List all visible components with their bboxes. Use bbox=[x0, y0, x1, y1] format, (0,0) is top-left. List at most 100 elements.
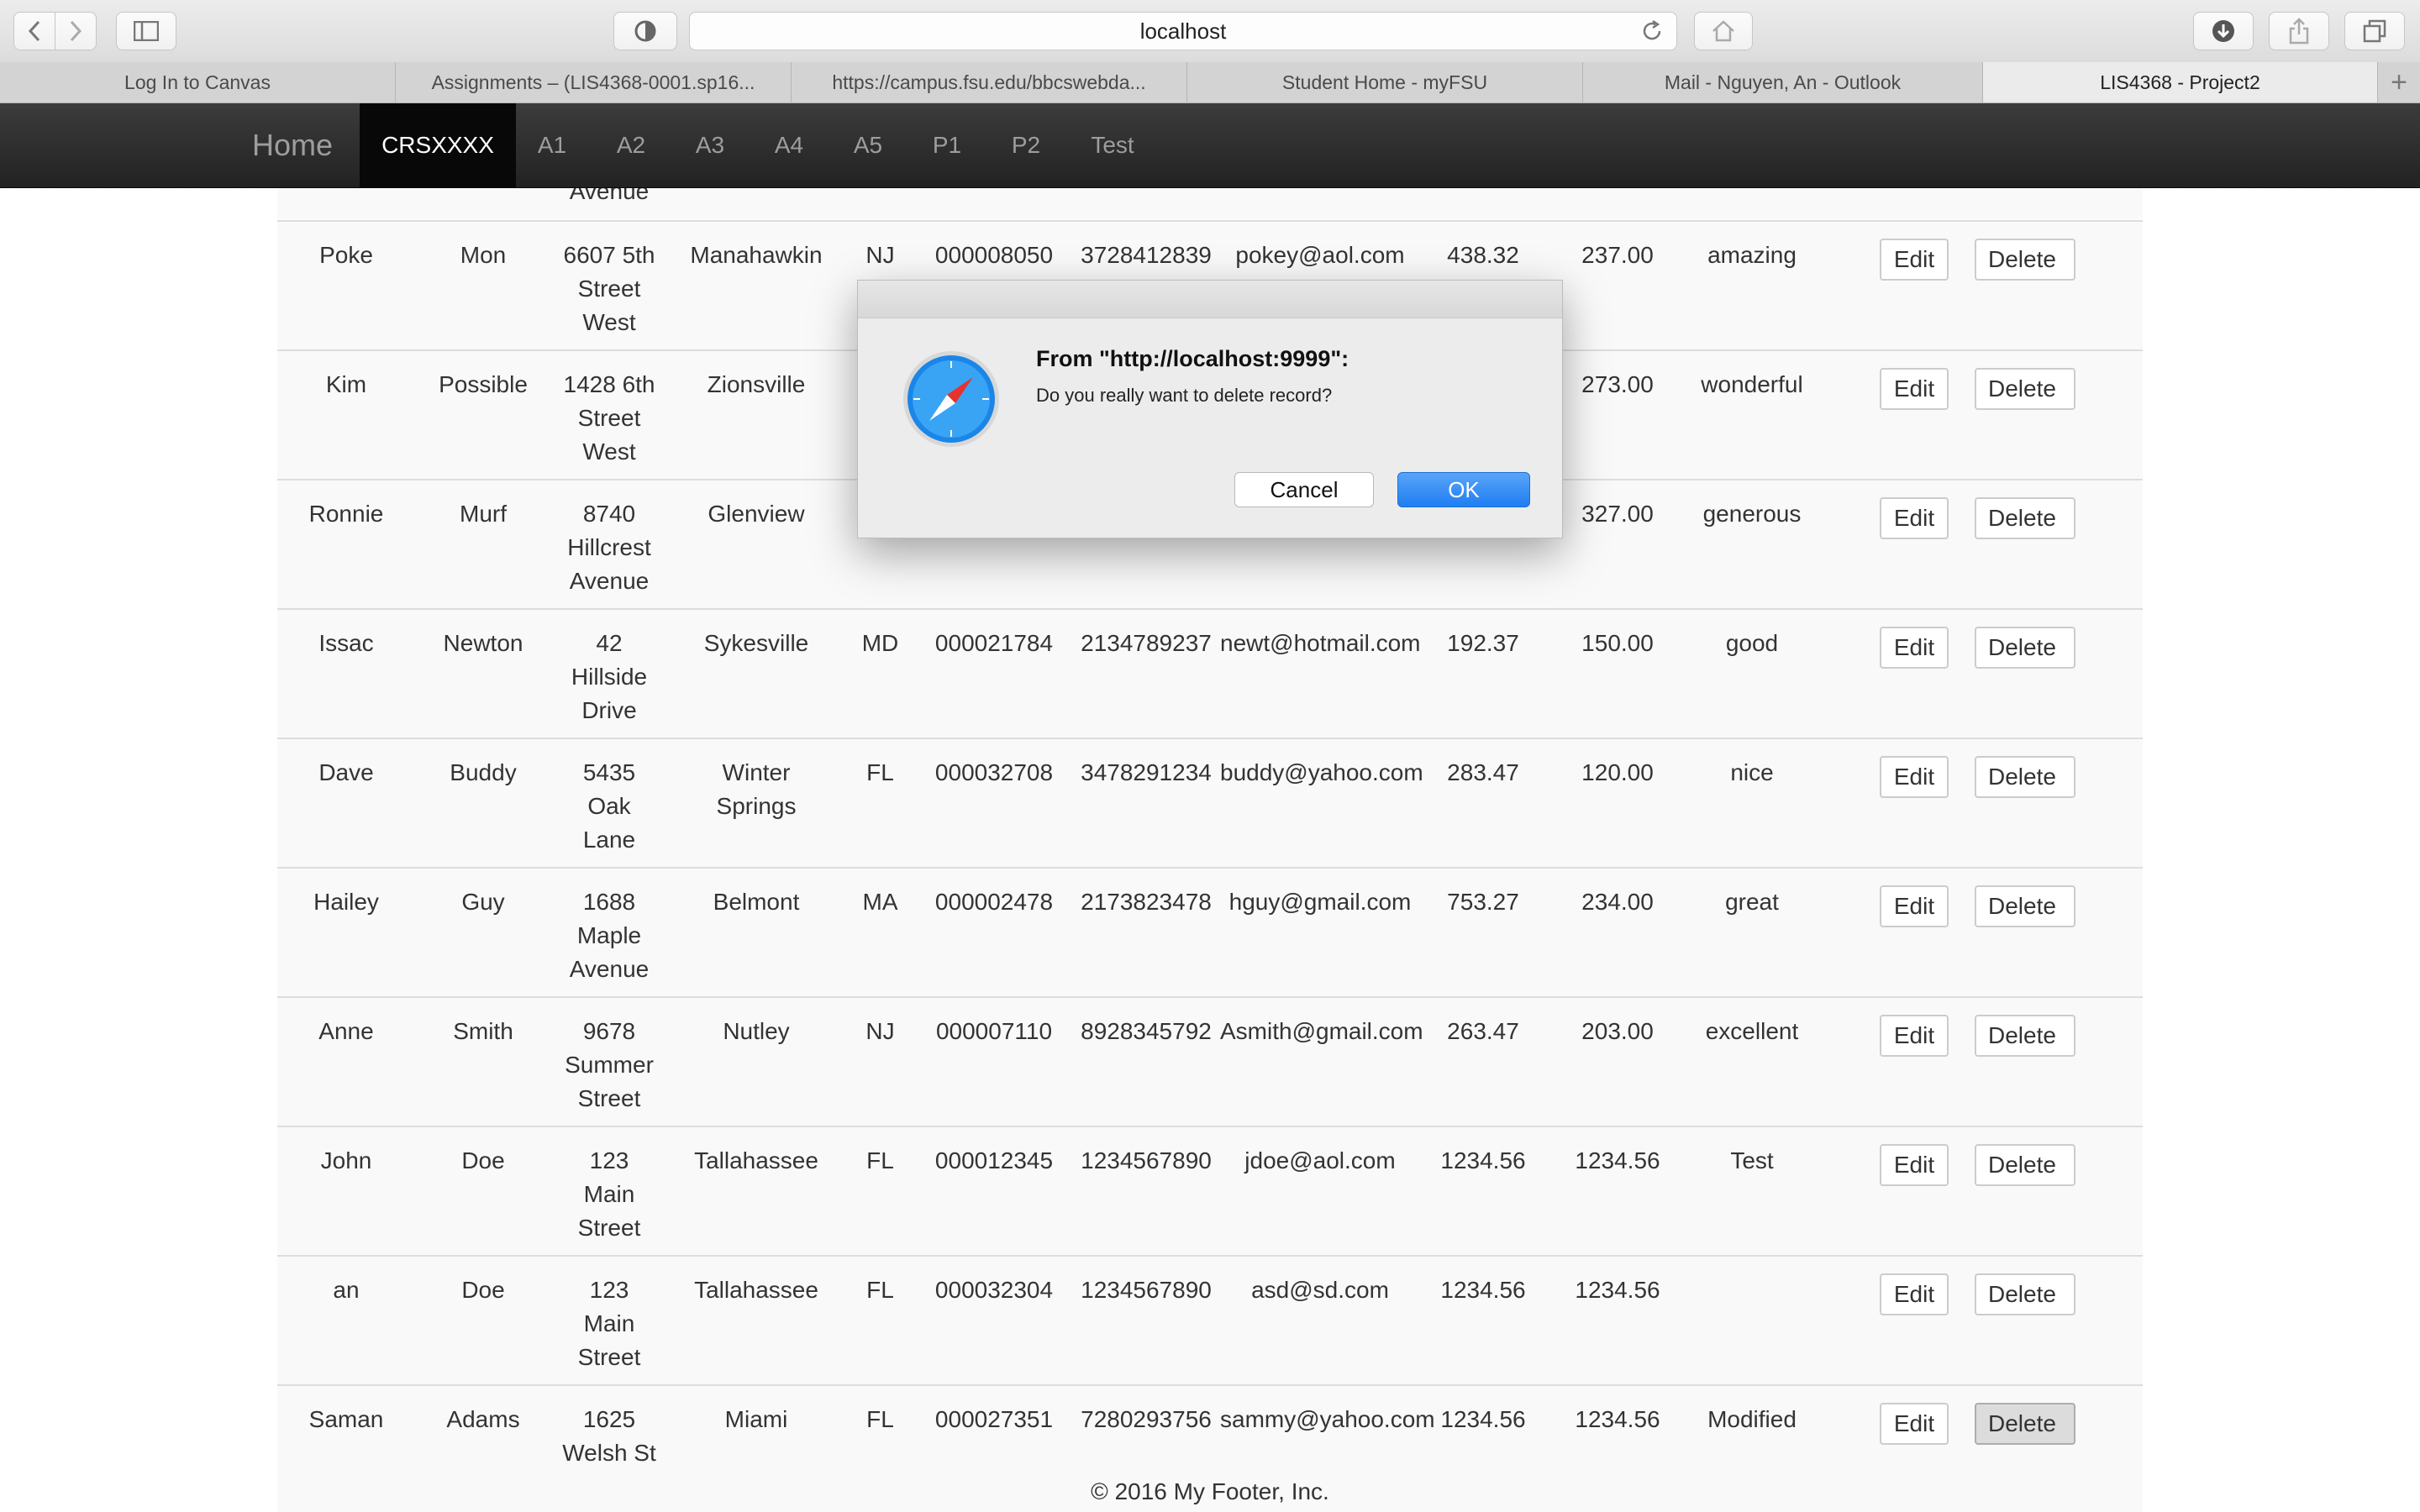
chevron-right-icon bbox=[70, 20, 82, 42]
safari-compass-icon bbox=[903, 351, 999, 447]
cell-line: West bbox=[582, 438, 636, 465]
cell-fname: Poke bbox=[319, 242, 373, 268]
edit-button[interactable]: Edit bbox=[1880, 885, 1949, 927]
cancel-button[interactable]: Cancel bbox=[1234, 472, 1374, 507]
edit-button[interactable]: Edit bbox=[1880, 1273, 1949, 1315]
nav-item-a2[interactable]: A2 bbox=[603, 103, 659, 187]
edit-button[interactable]: Edit bbox=[1880, 239, 1949, 281]
navbar-brand[interactable]: Home bbox=[252, 103, 333, 187]
cell-balance: 753.27 bbox=[1447, 889, 1519, 915]
cell-street: 5435 Oak Lane bbox=[550, 756, 668, 857]
cell-lname: Smith bbox=[453, 1018, 513, 1044]
nav-item-a1[interactable]: A1 bbox=[524, 103, 580, 187]
delete-button[interactable]: Delete bbox=[1975, 497, 2075, 539]
cell-line: 42 bbox=[596, 630, 623, 656]
edit-button[interactable]: Edit bbox=[1880, 1403, 1949, 1445]
tabs-icon bbox=[2363, 19, 2386, 43]
cell-lname: Doe bbox=[461, 1277, 505, 1303]
cell-street: 123 Main Street bbox=[550, 1144, 668, 1245]
cell-sales: 203.00 bbox=[1581, 1018, 1654, 1044]
edit-button[interactable]: Edit bbox=[1880, 1015, 1949, 1057]
cell-line: 9678 bbox=[582, 1018, 636, 1044]
cell-line: West bbox=[582, 309, 636, 335]
cell-phone: 3478291234 bbox=[1081, 759, 1212, 785]
table-row: John Doe 123 Main Street Tallahassee FL 0000123… bbox=[277, 1126, 2143, 1255]
cell-line: Sykesville bbox=[703, 630, 809, 656]
forward-button[interactable] bbox=[55, 12, 97, 50]
nav-item-a5[interactable]: A5 bbox=[840, 103, 896, 187]
cell-line: Street bbox=[577, 405, 641, 431]
back-button[interactable] bbox=[13, 12, 55, 50]
edit-button[interactable]: Edit bbox=[1880, 497, 1949, 539]
cell-line: 1688 bbox=[582, 889, 636, 915]
cell-line: Maple bbox=[576, 922, 642, 948]
page-footer: © 2016 My Footer, Inc. bbox=[1091, 1478, 1329, 1504]
cell-city: Sykesville bbox=[668, 627, 844, 660]
nav-item-p2[interactable]: P2 bbox=[998, 103, 1054, 187]
delete-button[interactable]: Delete bbox=[1975, 627, 2075, 669]
cell-phone: 2134789237 bbox=[1081, 630, 1212, 656]
cell-street: 1625 Welsh St bbox=[550, 1403, 668, 1470]
new-tab-button[interactable]: + bbox=[2378, 62, 2420, 102]
cell-phone: 8928345792 bbox=[1081, 1018, 1212, 1044]
cell-lname: Doe bbox=[461, 1147, 505, 1173]
tab-overview-button[interactable] bbox=[2344, 12, 2405, 50]
cell-street: 1428 6th Street West bbox=[550, 368, 668, 469]
cell-sales: 1234.56 bbox=[1575, 1277, 1660, 1303]
delete-button[interactable]: Delete bbox=[1975, 1273, 2075, 1315]
cell-city: Tallahassee bbox=[668, 1144, 844, 1178]
downloads-button[interactable] bbox=[2193, 12, 2254, 50]
cell-sales: 327.00 bbox=[1581, 501, 1654, 527]
cell-line: Lane bbox=[582, 827, 636, 853]
cell-line: Street bbox=[577, 1344, 641, 1370]
cell-zip: 000021784 bbox=[934, 630, 1054, 656]
cell-line: 6607 5th bbox=[563, 242, 655, 268]
nav-item-crsxxxx[interactable]: CRSXXXX bbox=[360, 103, 516, 187]
cell-city: Manahawkin bbox=[668, 239, 844, 272]
delete-button[interactable]: Delete bbox=[1975, 368, 2075, 410]
delete-button[interactable]: Delete bbox=[1975, 1403, 2075, 1445]
cell-sales: 237.00 bbox=[1581, 242, 1654, 268]
cell-fname: Ronnie bbox=[308, 501, 384, 527]
table-row: Dave Buddy 5435 Oak Lane Winter Springs FL 00003… bbox=[277, 738, 2143, 867]
cell-line: Summer bbox=[565, 1052, 654, 1078]
nav-item-test[interactable]: Test bbox=[1077, 103, 1148, 187]
cell-lname: Murf bbox=[460, 501, 507, 527]
cell-city: Miami bbox=[668, 1403, 844, 1436]
app-navbar: Home CRSXXXX A1 A2 A3 A4 A5 P1 P2 Test bbox=[0, 103, 2420, 188]
cell-fname: John bbox=[320, 1147, 372, 1173]
ok-button[interactable]: OK bbox=[1397, 472, 1530, 507]
customer-table: Avenue Poke Mon 6607 5th Street West Manahawk… bbox=[277, 0, 2143, 1512]
edit-button[interactable]: Edit bbox=[1880, 1144, 1949, 1186]
cell-phone: 2173823478 bbox=[1081, 889, 1212, 915]
dialog-title: From "http://localhost:9999": bbox=[1036, 346, 1349, 371]
cell-balance: 438.32 bbox=[1447, 242, 1519, 268]
cell-line: Miami bbox=[724, 1406, 788, 1432]
cell-notes: Modified bbox=[1707, 1406, 1797, 1432]
nav-item-a4[interactable]: A4 bbox=[761, 103, 817, 187]
delete-button[interactable]: Delete bbox=[1975, 239, 2075, 281]
cell-lname: Buddy bbox=[450, 759, 517, 785]
share-icon bbox=[2289, 18, 2309, 45]
cell-notes: great bbox=[1725, 889, 1779, 915]
cell-sales: 234.00 bbox=[1581, 889, 1654, 915]
cell-line: Tallahassee bbox=[694, 1147, 818, 1173]
cell-line: 123 bbox=[589, 1147, 629, 1173]
cell-city: Zionsville bbox=[668, 368, 844, 402]
nav-item-p1[interactable]: P1 bbox=[919, 103, 975, 187]
share-button[interactable] bbox=[2269, 12, 2329, 50]
edit-button[interactable]: Edit bbox=[1880, 627, 1949, 669]
delete-button[interactable]: Delete bbox=[1975, 1144, 2075, 1186]
edit-button[interactable]: Edit bbox=[1880, 756, 1949, 798]
cell-email: buddy@yahoo.com bbox=[1220, 759, 1423, 785]
delete-button[interactable]: Delete bbox=[1975, 1015, 2075, 1057]
sidebar-toggle-button[interactable] bbox=[116, 12, 176, 50]
nav-item-a3[interactable]: A3 bbox=[682, 103, 738, 187]
delete-button[interactable]: Delete bbox=[1975, 756, 2075, 798]
edit-button[interactable]: Edit bbox=[1880, 368, 1949, 410]
table-row: Hailey Guy 1688 Maple Avenue Belmont MA 0000024… bbox=[277, 867, 2143, 996]
cell-line: 123 bbox=[589, 1277, 629, 1303]
cell-city: Belmont bbox=[668, 885, 844, 919]
cell-notes: excellent bbox=[1705, 1018, 1799, 1044]
delete-button[interactable]: Delete bbox=[1975, 885, 2075, 927]
